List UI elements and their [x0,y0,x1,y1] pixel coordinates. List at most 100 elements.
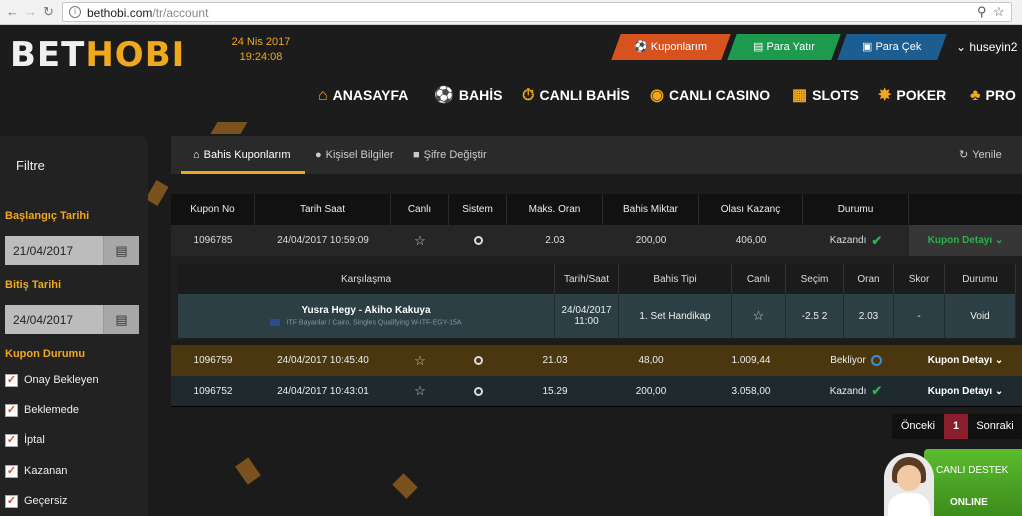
end-date-label: Bitiş Tarihi [5,279,62,291]
start-date-input[interactable]: 21/04/2017 ▤ [5,236,139,265]
potential-win: 1.009,44 [731,355,771,366]
site-logo[interactable]: BETHOBI [10,35,185,75]
clock-date: 24 Nis 2017 [231,36,291,48]
bet-amount: 200,00 [635,235,667,246]
nav-promotions[interactable]: ♣ PRO [970,83,1016,107]
nav-slots[interactable]: ▦ SLOTS [792,83,859,107]
col-header: Bahis Tipi [619,264,732,294]
col-header: Canlı [732,264,786,294]
league-name: ITF Bayanlar / Cairo, Singles Qualifying… [270,319,462,327]
max-odds: 2.03 [545,235,565,246]
coupon-detail-button[interactable]: Kupon Detayı ⌄ [909,376,1022,406]
match-cell: Yusra Hegy - Akiho Kakuya ITF Bayanlar /… [178,294,555,338]
col-header: Canlı [391,194,449,225]
tab-personal-info[interactable]: ● Kişisel Bilgiler [315,136,394,174]
coupon-detail-panel: Karşılaşma Tarih/Saat Bahis Tipi Canlı S… [171,256,1022,340]
status-badge: Kazandı ✔ [829,232,883,248]
clover-icon: ♣ [970,87,981,104]
chip-icon: ✸ [878,87,892,104]
server-clock: 24 Nis 2017 19:24:08 [224,35,298,65]
stopwatch-icon: ⏱ [522,87,535,104]
account-tabs: ⌂ Bahis Kuponlarım ● Kişisel Bilgiler ■ Şif… [171,136,1022,174]
col-header: Seçim [786,264,844,294]
system-circle-icon [449,345,507,376]
coupon-no: 1096785 [193,235,233,246]
back-icon[interactable]: ← [6,4,19,19]
soccer-ball-icon: ⚽ [634,41,649,53]
potential-win: 3.058,00 [731,385,771,397]
live-star-icon: ☆ [414,383,426,398]
live-star-icon: ☆ [414,232,426,248]
score: - [894,294,945,338]
coupon-detail-button[interactable]: Kupon Detayı ⌄ [909,345,1022,376]
calendar-icon[interactable]: ▤ [103,236,139,265]
live-support-widget[interactable]: CANLI DESTEK ONLINE [884,449,1022,516]
soccer-ball-icon: ⚽ [434,87,454,104]
table-row[interactable]: 1096785 24/04/2017 10:59:09 ☆ 2.03 200,0… [171,225,1022,256]
info-icon[interactable]: i [69,6,81,18]
refresh-icon: ↻ [959,149,969,161]
support-agent-avatar [884,453,934,516]
detail-header: Karşılaşma Tarih/Saat Bahis Tipi Canlı S… [178,264,1016,294]
coupon-date: 24/04/2017 10:45:40 [277,355,369,366]
status-badge: Bekliyor [803,345,909,376]
bet-amount: 200,00 [635,385,667,397]
user-menu[interactable]: ⌄ huseyin2 [956,40,1017,54]
potential-win: 406,00 [735,235,767,246]
my-coupons-button[interactable]: ⚽ Kuponlarım [611,34,731,60]
max-odds: 15.29 [542,385,568,397]
table-row[interactable]: 1096752 24/04/2017 10:43:01 ☆ 15.29 200,… [171,376,1022,407]
bet-type: 1. Set Handikap [619,294,732,338]
coupon-date: 24/04/2017 10:43:01 [277,385,369,397]
selection: -2.5 2 [786,294,844,338]
refresh-button[interactable]: ↻ Yenile [959,136,1002,174]
bet-amount: 48,00 [638,355,664,366]
bookmark-star-icon[interactable]: ☆ [993,4,1005,20]
background-decoration [392,473,418,499]
coupon-date: 24/04/2017 10:59:09 [277,235,369,246]
col-header: Sistem [449,194,507,225]
home-icon: ⌂ [193,149,200,161]
url-text: bethobi.com/tr/account [87,6,209,20]
nav-poker[interactable]: ✸ POKER [878,83,946,107]
background-decoration [145,179,169,207]
chevron-down-icon: ⌄ [992,235,1004,246]
calendar-icon[interactable]: ▤ [103,305,139,334]
page-number[interactable]: 1 [944,414,968,439]
tab-change-password[interactable]: ■ Şifre Değiştir [413,136,487,174]
chevron-down-icon: ⌄ [956,40,967,54]
nav-live-casino[interactable]: ◉ CANLI CASINO [650,83,770,107]
chevron-down-icon: ⌄ [992,355,1004,366]
table-row[interactable]: 1096759 24/04/2017 10:45:40 ☆ 21.03 48,0… [171,345,1022,376]
withdraw-button[interactable]: ▣ Para Çek [837,34,947,60]
reload-icon[interactable]: ↻ [43,4,54,20]
clock-time: 19:24:08 [239,51,283,63]
col-header: Tarih Saat [255,194,391,225]
status-badge: Kazandı ✔ [829,383,883,398]
next-page-button[interactable]: Sonraki [968,414,1022,439]
start-date-label: Başlangıç Tarihi [5,210,90,222]
forward-icon[interactable]: → [24,4,37,19]
coupon-detail-button[interactable]: Kupon Detayı ⌄ [909,225,1022,256]
filter-title: Filtre [16,158,45,173]
match-name: Yusra Hegy - Akiho Kakuya [301,305,431,317]
nav-home[interactable]: ⌂ ANASAYFA [318,83,408,107]
nav-live-betting[interactable]: ⏱ CANLI BAHİS [522,83,630,107]
col-header: Karşılaşma [178,264,555,294]
checkmark-icon: ✔ [871,232,883,248]
deposit-button[interactable]: ▤ Para Yatır [727,34,841,60]
col-header: Tarih/Saat [555,264,619,294]
background-decoration [235,457,261,485]
coupon-status-label: Kupon Durumu [5,348,86,360]
coupon-no: 1096759 [193,355,233,366]
end-date-input[interactable]: 24/04/2017 ▤ [5,305,139,334]
nav-sports[interactable]: ⚽ BAHİS [434,83,502,107]
lock-icon: ■ [413,149,420,161]
key-icon[interactable]: ⚲ [977,4,987,20]
cash-icon: ▣ [862,41,873,53]
home-icon: ⌂ [318,87,328,104]
tab-bet-coupons[interactable]: ⌂ Bahis Kuponlarım [181,136,305,174]
previous-page-button[interactable]: Önceki [892,414,944,439]
col-header: Oran [844,264,894,294]
address-bar[interactable]: i bethobi.com/tr/account ⚲ ☆ [62,2,1012,22]
